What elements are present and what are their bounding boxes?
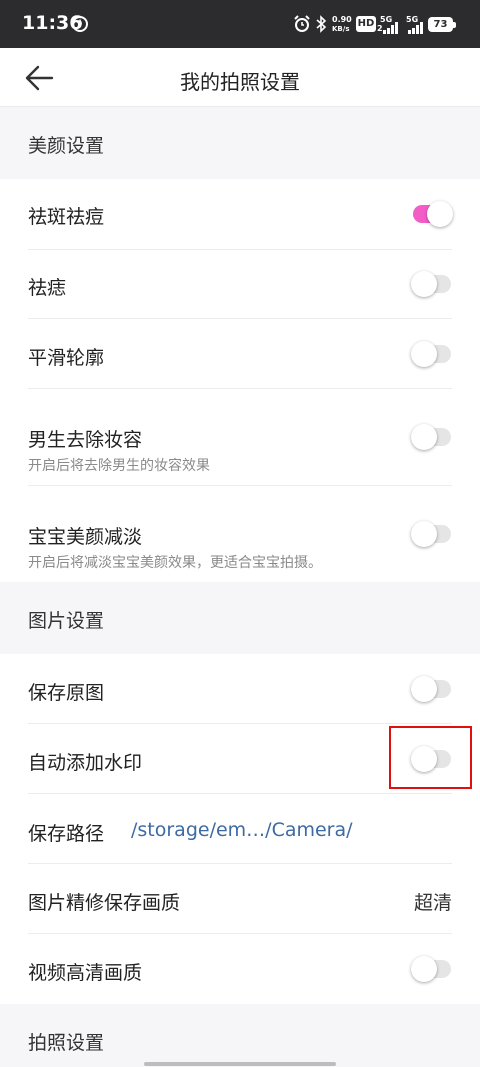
setting-label: 祛斑祛痘 xyxy=(28,206,105,228)
nav-bar: 我的拍照设置 xyxy=(0,48,480,107)
section-header-camera: 拍照设置 xyxy=(0,1004,480,1067)
signal-icon-1 xyxy=(383,22,398,34)
hd-badge: HD xyxy=(356,16,376,32)
setting-label: 宝宝美颜减淡 xyxy=(28,526,143,548)
save-path-link[interactable]: /storage/em…/Camera/ xyxy=(131,819,353,841)
setting-row-male-makeup[interactable]: 男生去除妆容 开启后将去除男生的妆容效果 xyxy=(0,389,480,486)
setting-description: 开启后将减淡宝宝美颜效果，更适合宝宝拍摄。 xyxy=(28,555,322,571)
section-header-beauty: 美颜设置 xyxy=(0,107,480,179)
setting-label: 平滑轮廓 xyxy=(28,347,105,369)
section-title: 图片设置 xyxy=(28,610,105,632)
battery-tip xyxy=(453,22,456,28)
battery-level: 73 xyxy=(433,19,448,30)
setting-label: 男生去除妆容 xyxy=(28,429,143,451)
setting-label: 祛痣 xyxy=(28,277,67,299)
toggle-male-makeup[interactable] xyxy=(411,423,453,451)
alarm-icon xyxy=(294,15,310,32)
setting-label: 视频高清画质 xyxy=(28,962,143,984)
setting-row-hd-video[interactable]: 视频高清画质 xyxy=(0,934,480,1004)
status-bar: 11:36 0.90 KB/s HD 2 5G 5G 73 xyxy=(0,0,480,48)
highlight-box xyxy=(389,726,472,789)
bluetooth-icon xyxy=(316,15,327,33)
section-header-photo: 图片设置 xyxy=(0,582,480,654)
setting-row-mole[interactable]: 祛痣 xyxy=(0,250,480,319)
toggle-blemish[interactable] xyxy=(411,200,453,228)
notification-icon xyxy=(72,16,88,32)
net-speed-value: 0.90 xyxy=(332,15,352,24)
setting-description: 开启后将去除男生的妆容效果 xyxy=(28,458,210,474)
setting-row-save-path[interactable]: 保存路径 /storage/em…/Camera/ xyxy=(0,794,480,864)
setting-label: 自动添加水印 xyxy=(28,752,143,774)
setting-row-save-original[interactable]: 保存原图 xyxy=(0,654,480,724)
quality-value: 超清 xyxy=(413,892,452,914)
setting-label: 保存路径 xyxy=(28,823,105,845)
toggle-contour[interactable] xyxy=(411,340,453,368)
setting-row-contour[interactable]: 平滑轮廓 xyxy=(0,319,480,389)
section-title: 美颜设置 xyxy=(28,135,105,157)
toggle-baby-beauty[interactable] xyxy=(411,520,453,548)
signal-icon-2 xyxy=(408,22,423,34)
toggle-mole[interactable] xyxy=(411,270,453,298)
setting-row-baby-beauty[interactable]: 宝宝美颜减淡 开启后将减淡宝宝美颜效果，更适合宝宝拍摄。 xyxy=(0,486,480,582)
setting-label: 保存原图 xyxy=(28,682,105,704)
setting-label: 图片精修保存画质 xyxy=(28,892,181,914)
setting-row-retouch-quality[interactable]: 图片精修保存画质 超清 xyxy=(0,864,480,934)
setting-row-blemish[interactable]: 祛斑祛痘 xyxy=(0,179,480,250)
hd-sub: 2 xyxy=(377,24,383,33)
net-speed-unit: KB/s xyxy=(332,25,350,33)
toggle-hd-video[interactable] xyxy=(411,955,453,983)
home-indicator[interactable] xyxy=(144,1062,336,1066)
page-title: 我的拍照设置 xyxy=(180,70,300,94)
section-title: 拍照设置 xyxy=(28,1032,105,1054)
toggle-save-original[interactable] xyxy=(411,675,453,703)
